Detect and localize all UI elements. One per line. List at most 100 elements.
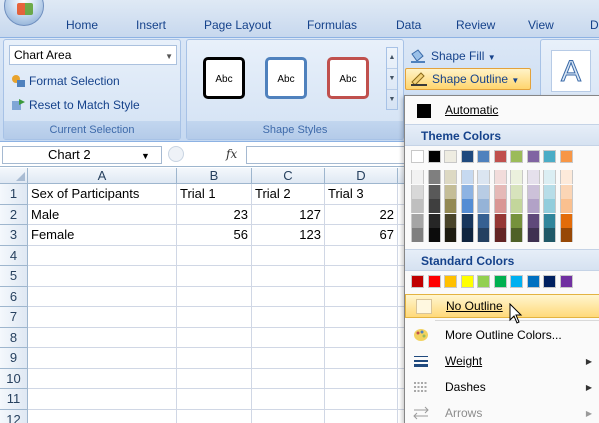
tab-data[interactable]: Data [396,18,421,32]
theme-shade-swatch[interactable] [411,184,424,199]
table-cell[interactable] [252,286,325,307]
theme-shade-swatch[interactable] [510,228,523,242]
tab-review[interactable]: Review [456,18,495,32]
table-cell[interactable] [325,368,398,389]
theme-shade-swatch[interactable] [460,228,474,242]
column-header-d[interactable]: D [325,168,398,184]
theme-shade-swatch[interactable] [411,213,424,228]
table-cell[interactable] [252,409,325,423]
chart-element-dropdown[interactable]: Chart Area ▼ [9,45,177,65]
theme-shade-swatch[interactable] [411,199,424,213]
theme-shade-swatch[interactable] [526,228,540,242]
theme-shade-swatch[interactable] [477,213,490,228]
column-header-b[interactable]: B [177,168,252,184]
theme-shade-swatch[interactable] [510,199,523,213]
theme-shade-swatch[interactable] [543,213,556,228]
theme-shade-swatch[interactable] [559,228,573,242]
row-header[interactable]: 12 [0,409,28,423]
row-header[interactable]: 10 [0,368,28,389]
table-cell[interactable] [252,389,325,410]
theme-shade-swatch[interactable] [444,184,457,199]
theme-color-swatch[interactable] [526,150,540,163]
standard-color-swatch[interactable] [444,275,457,288]
table-cell[interactable] [177,348,252,369]
table-cell[interactable] [28,389,177,410]
table-cell[interactable] [177,409,252,423]
table-cell[interactable] [28,409,177,423]
table-cell[interactable] [325,266,398,287]
theme-shade-swatch[interactable] [477,199,490,213]
table-cell[interactable] [28,327,177,348]
theme-shade-swatch[interactable] [427,199,441,213]
table-cell[interactable] [177,245,252,266]
shape-style-swatch-red[interactable]: Abc [327,57,369,99]
row-header[interactable]: 2 [0,204,28,225]
tab-design[interactable]: D [590,18,599,32]
gallery-down-icon[interactable]: ▼ [387,69,397,90]
table-cell[interactable] [252,368,325,389]
more-outline-colors-item[interactable]: More Outline Colors... [405,323,599,348]
reset-to-match-style-button[interactable]: Reset to Match Style [9,95,140,115]
theme-shade-swatch[interactable] [477,228,490,242]
table-cell[interactable] [252,307,325,328]
theme-color-swatch[interactable] [510,150,523,163]
table-cell[interactable] [252,348,325,369]
theme-shade-swatch[interactable] [444,213,457,228]
select-all-corner[interactable] [0,168,28,184]
theme-shade-swatch[interactable] [477,184,490,199]
row-header[interactable]: 11 [0,389,28,410]
shape-styles-gallery-scroll[interactable]: ▲ ▼ ▼ [386,47,398,110]
gallery-up-icon[interactable]: ▲ [387,48,397,69]
table-cell[interactable] [28,368,177,389]
table-cell[interactable]: Trial 2 [252,184,325,205]
row-header[interactable]: 6 [0,286,28,307]
table-cell[interactable] [252,327,325,348]
table-cell[interactable] [177,286,252,307]
shape-style-swatch-blue[interactable]: Abc [265,57,307,99]
shape-outline-button[interactable]: Shape Outline ▼ [405,68,531,90]
theme-shade-swatch[interactable] [543,199,556,213]
standard-color-swatch[interactable] [559,275,573,288]
automatic-color-item[interactable]: Automatic [405,98,599,123]
theme-shade-swatch[interactable] [444,228,457,242]
theme-shade-swatch[interactable] [493,184,507,199]
theme-shade-swatch[interactable] [526,213,540,228]
theme-shade-swatch[interactable] [559,170,573,184]
table-cell[interactable]: 67 [325,225,398,246]
table-cell[interactable] [325,409,398,423]
row-header[interactable]: 8 [0,327,28,348]
theme-shade-swatch[interactable] [559,213,573,228]
theme-color-swatch[interactable] [543,150,556,163]
gallery-more-icon[interactable]: ▼ [387,90,397,111]
table-cell[interactable] [28,266,177,287]
theme-color-swatch[interactable] [411,150,424,163]
table-cell[interactable]: 123 [252,225,325,246]
weight-item[interactable]: Weight ▶ [405,349,599,374]
theme-shade-swatch[interactable] [444,170,457,184]
table-cell[interactable] [28,245,177,266]
theme-shade-swatch[interactable] [427,184,441,199]
row-header[interactable]: 7 [0,307,28,328]
dashes-item[interactable]: Dashes ▶ [405,375,599,400]
standard-color-swatch[interactable] [543,275,556,288]
table-cell[interactable] [325,286,398,307]
theme-shade-swatch[interactable] [427,170,441,184]
table-cell[interactable]: Trial 1 [177,184,252,205]
tab-page-layout[interactable]: Page Layout [204,18,271,32]
arrows-item[interactable]: Arrows ▶ [405,401,599,423]
table-cell[interactable] [325,389,398,410]
table-cell[interactable]: Male [28,204,177,225]
standard-color-swatch[interactable] [460,275,474,288]
table-cell[interactable] [28,286,177,307]
theme-color-swatch[interactable] [559,150,573,163]
theme-shade-swatch[interactable] [543,228,556,242]
table-cell[interactable] [177,307,252,328]
table-cell[interactable]: Female [28,225,177,246]
table-cell[interactable] [177,266,252,287]
table-cell[interactable] [28,348,177,369]
theme-shade-swatch[interactable] [460,170,474,184]
column-header-c[interactable]: C [252,168,325,184]
theme-shade-swatch[interactable] [493,228,507,242]
theme-shade-swatch[interactable] [526,199,540,213]
theme-shade-swatch[interactable] [510,184,523,199]
